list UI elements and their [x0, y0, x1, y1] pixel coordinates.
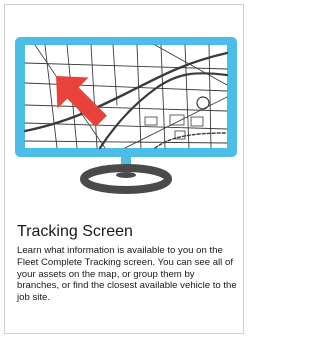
card-description: Learn what information is available to y… [17, 245, 237, 304]
tracking-screen-card[interactable]: Tracking Screen Learn what information i… [4, 4, 244, 334]
monitor-map-icon [15, 37, 237, 194]
monitor-base [80, 164, 172, 194]
card-title: Tracking Screen [17, 223, 133, 240]
